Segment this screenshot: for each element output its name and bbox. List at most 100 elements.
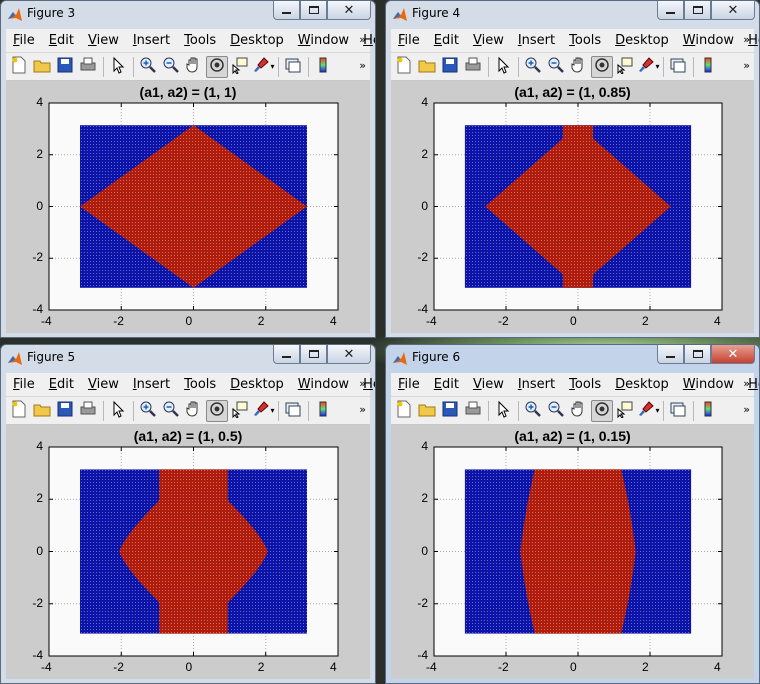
menu-window[interactable]: Window [291,377,356,392]
menu-overflow-icon[interactable]: » [743,33,750,46]
menu-tools[interactable]: Tools [562,377,608,392]
chevron-down-icon[interactable]: ▾ [656,62,660,71]
menu-edit[interactable]: Edit [42,377,81,392]
plot-axes[interactable] [391,425,756,681]
insert-colorbar-button[interactable] [312,56,334,78]
close-button[interactable]: ✕ [711,1,755,20]
close-button[interactable]: ✕ [327,345,371,364]
menu-file[interactable]: File [6,33,42,48]
link-plot-button[interactable] [667,400,689,422]
menu-file[interactable]: File [6,377,42,392]
open-file-button[interactable] [416,56,438,78]
menu-tools[interactable]: Tools [177,377,223,392]
menu-desktop[interactable]: Desktop [223,377,291,392]
menu-edit[interactable]: Edit [42,33,81,48]
zoom-in-button[interactable] [137,56,159,78]
toolbar-overflow-icon[interactable]: » [743,403,750,416]
window-titlebar[interactable]: Figure 6 ✕ [386,345,759,373]
edit-plot-arrow-button[interactable] [107,56,129,78]
close-button[interactable]: ✕ [711,345,755,364]
save-button[interactable] [54,56,76,78]
maximize-button[interactable] [684,1,711,20]
print-button[interactable] [77,56,99,78]
open-file-button[interactable] [31,56,53,78]
open-file-button[interactable] [416,400,438,422]
zoom-out-button[interactable] [160,400,182,422]
minimize-button[interactable] [273,345,300,364]
zoom-out-button[interactable] [545,56,567,78]
chevron-down-icon[interactable]: ▾ [656,406,660,415]
insert-colorbar-button[interactable] [312,400,334,422]
brush-button[interactable]: ▾ [637,400,660,422]
menu-view[interactable]: View [466,377,511,392]
chevron-down-icon[interactable]: ▾ [271,62,275,71]
menu-window[interactable]: Window [676,33,741,48]
menu-file[interactable]: File [391,33,427,48]
brush-button[interactable]: ▾ [252,400,275,422]
menu-insert[interactable]: Insert [511,33,562,48]
toolbar-overflow-icon[interactable]: » [359,403,366,416]
menu-edit[interactable]: Edit [427,33,466,48]
zoom-out-button[interactable] [545,400,567,422]
menu-edit[interactable]: Edit [427,377,466,392]
menu-view[interactable]: View [81,33,126,48]
save-button[interactable] [439,56,461,78]
data-cursor-button[interactable] [229,400,251,422]
save-button[interactable] [54,400,76,422]
menu-overflow-icon[interactable]: » [359,33,366,46]
link-plot-button[interactable] [282,56,304,78]
edit-plot-arrow-button[interactable] [492,400,514,422]
pan-hand-button[interactable] [183,56,205,78]
close-button[interactable]: ✕ [327,1,371,20]
minimize-button[interactable] [657,345,684,364]
menu-file[interactable]: File [391,377,427,392]
pan-hand-button[interactable] [183,400,205,422]
rotate-3d-button[interactable] [591,55,613,78]
menu-desktop[interactable]: Desktop [608,377,676,392]
data-cursor-button[interactable] [229,56,251,78]
menu-overflow-icon[interactable]: » [359,377,366,390]
zoom-in-button[interactable] [137,400,159,422]
new-figure-button[interactable] [393,400,415,422]
window-titlebar[interactable]: Figure 5 ✕ [1,345,375,373]
open-file-button[interactable] [31,400,53,422]
zoom-in-button[interactable] [522,56,544,78]
window-titlebar[interactable]: Figure 4 ✕ [386,1,759,29]
menu-tools[interactable]: Tools [562,33,608,48]
minimize-button[interactable] [273,1,300,20]
print-button[interactable] [77,400,99,422]
link-plot-button[interactable] [667,56,689,78]
rotate-3d-button[interactable] [206,55,228,78]
chevron-down-icon[interactable]: ▾ [271,406,275,415]
menu-window[interactable]: Window [291,33,356,48]
menu-window[interactable]: Window [676,377,741,392]
maximize-button[interactable] [684,345,711,364]
maximize-button[interactable] [300,1,327,20]
new-figure-button[interactable] [8,400,30,422]
insert-colorbar-button[interactable] [697,400,719,422]
zoom-out-button[interactable] [160,56,182,78]
brush-button[interactable]: ▾ [637,56,660,78]
edit-plot-arrow-button[interactable] [107,400,129,422]
print-button[interactable] [462,400,484,422]
menu-desktop[interactable]: Desktop [223,33,291,48]
plot-axes[interactable] [391,81,756,335]
plot-axes[interactable] [6,425,372,681]
menu-tools[interactable]: Tools [177,33,223,48]
pan-hand-button[interactable] [568,56,590,78]
menu-view[interactable]: View [81,377,126,392]
menu-view[interactable]: View [466,33,511,48]
plot-axes[interactable] [6,81,372,335]
pan-hand-button[interactable] [568,400,590,422]
menu-insert[interactable]: Insert [126,377,177,392]
edit-plot-arrow-button[interactable] [492,56,514,78]
menu-insert[interactable]: Insert [511,377,562,392]
menu-desktop[interactable]: Desktop [608,33,676,48]
menu-overflow-icon[interactable]: » [743,377,750,390]
data-cursor-button[interactable] [614,400,636,422]
data-cursor-button[interactable] [614,56,636,78]
menu-insert[interactable]: Insert [126,33,177,48]
new-figure-button[interactable] [393,56,415,78]
maximize-button[interactable] [300,345,327,364]
rotate-3d-button[interactable] [206,399,228,422]
